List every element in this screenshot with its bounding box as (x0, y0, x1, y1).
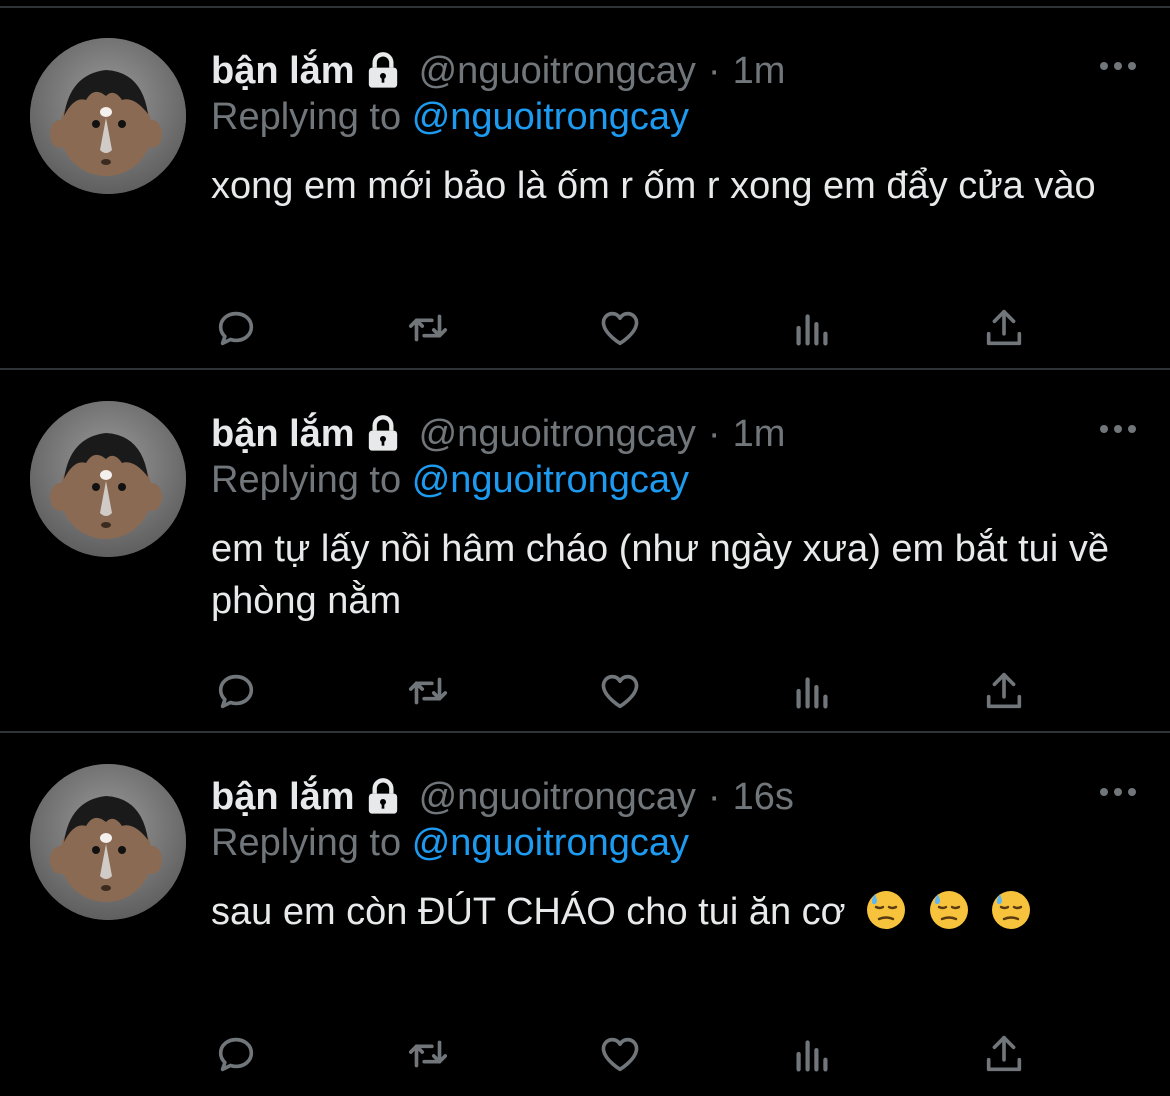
views-button[interactable] (788, 304, 836, 352)
reply-button[interactable] (212, 1030, 260, 1078)
downcast-face-with-sweat-icon (992, 891, 1031, 929)
replying-to: Replying to @nguoitrongcay (211, 822, 689, 865)
more-horizontal-icon[interactable] (1098, 782, 1138, 802)
reply-mention-link[interactable]: @nguoitrongcay (412, 459, 689, 501)
share-icon (986, 672, 1022, 709)
lock-icon (368, 52, 397, 88)
divider (0, 368, 1170, 370)
like-button[interactable] (596, 1030, 644, 1078)
tweet-3[interactable]: bận lắm @nguoitrongcay · 16s Replying to… (0, 734, 1170, 1096)
heart-icon (601, 674, 639, 709)
analytics-icon (796, 1040, 828, 1072)
separator: · (707, 775, 721, 818)
heart-icon (601, 1037, 639, 1072)
share-icon (986, 1035, 1022, 1072)
views-button[interactable] (788, 667, 836, 715)
action-bar (212, 667, 1042, 717)
lock-icon (368, 778, 397, 814)
replying-prefix: Replying to (211, 822, 402, 864)
reply-icon (218, 1037, 254, 1072)
downcast-face-with-sweat-icon (929, 891, 968, 929)
tweet-header: bận lắm @nguoitrongcay · 16s (211, 770, 794, 824)
more-horizontal-icon[interactable] (1098, 56, 1138, 76)
handle[interactable]: @nguoitrongcay (419, 413, 696, 456)
display-name[interactable]: bận lắm (211, 776, 355, 819)
like-button[interactable] (596, 304, 644, 352)
share-button[interactable] (980, 304, 1028, 352)
replying-to: Replying to @nguoitrongcay (211, 96, 689, 139)
action-bar (212, 304, 1042, 354)
retweet-icon (408, 677, 448, 705)
views-button[interactable] (788, 1030, 836, 1078)
avatar[interactable] (30, 401, 186, 557)
reply-icon (218, 674, 254, 709)
timestamp[interactable]: 16s (733, 776, 794, 819)
more-horizontal-icon[interactable] (1098, 419, 1138, 439)
analytics-icon (796, 314, 828, 346)
avatar[interactable] (30, 38, 186, 194)
downcast-face-with-sweat-icon (867, 891, 906, 929)
separator: · (707, 412, 721, 455)
separator: · (707, 49, 721, 92)
tweet-text: sau em còn ĐÚT CHÁO cho tui ăn cơ (211, 886, 1141, 938)
tweet-text: xong em mới bảo là ốm r ốm r xong em đẩy… (211, 165, 1096, 207)
display-name[interactable]: bận lắm (211, 50, 355, 93)
reply-button[interactable] (212, 304, 260, 352)
retweet-button[interactable] (404, 667, 452, 715)
reply-mention-link[interactable]: @nguoitrongcay (412, 822, 689, 864)
retweet-button[interactable] (404, 304, 452, 352)
handle[interactable]: @nguoitrongcay (419, 776, 696, 819)
retweet-icon (408, 1040, 448, 1068)
tweet-text: em tự lấy nồi hâm cháo (như ngày xưa) em… (211, 528, 1109, 622)
heart-icon (601, 311, 639, 346)
reply-mention-link[interactable]: @nguoitrongcay (412, 96, 689, 138)
timestamp[interactable]: 1m (733, 50, 786, 93)
share-icon (986, 309, 1022, 346)
reply-button[interactable] (212, 667, 260, 715)
replying-prefix: Replying to (211, 96, 402, 138)
analytics-icon (796, 677, 828, 709)
share-button[interactable] (980, 667, 1028, 715)
avatar[interactable] (30, 764, 186, 920)
tweet-text-body: sau em còn ĐÚT CHÁO cho tui ăn cơ (211, 891, 846, 933)
handle[interactable]: @nguoitrongcay (419, 50, 696, 93)
replying-prefix: Replying to (211, 459, 402, 501)
tweet-2[interactable]: bận lắm @nguoitrongcay · 1m Replying to … (0, 371, 1170, 733)
retweet-button[interactable] (404, 1030, 452, 1078)
tweet-header: bận lắm @nguoitrongcay · 1m (211, 44, 785, 98)
tweet-header: bận lắm @nguoitrongcay · 1m (211, 407, 785, 461)
timestamp[interactable]: 1m (733, 413, 786, 456)
tweet-1[interactable]: bận lắm @nguoitrongcay · 1m Replying to … (0, 8, 1170, 370)
reply-icon (218, 311, 254, 346)
like-button[interactable] (596, 667, 644, 715)
replying-to: Replying to @nguoitrongcay (211, 459, 689, 502)
share-button[interactable] (980, 1030, 1028, 1078)
display-name[interactable]: bận lắm (211, 413, 355, 456)
retweet-icon (408, 314, 448, 342)
action-bar (212, 1030, 1042, 1080)
divider (0, 731, 1170, 733)
lock-icon (368, 415, 397, 451)
